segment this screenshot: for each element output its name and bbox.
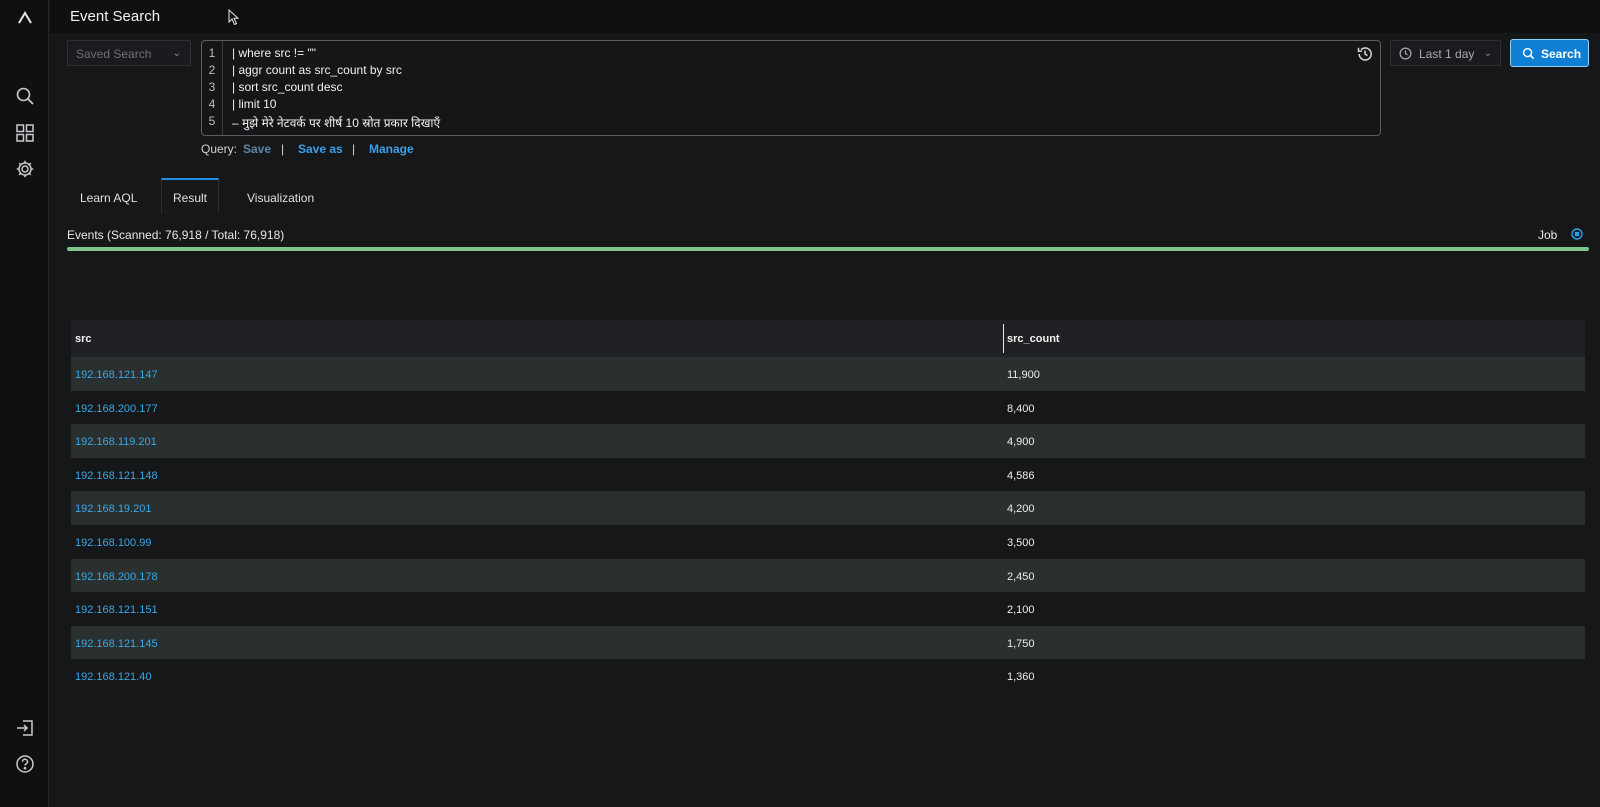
table-row: 192.168.200.178 2,450 xyxy=(71,558,1585,593)
column-header-src[interactable]: src xyxy=(75,333,92,345)
help-icon[interactable] xyxy=(14,753,36,775)
chevron-down-icon: ⌄ xyxy=(172,48,181,59)
src-count-cell: 1,750 xyxy=(1007,637,1035,650)
sidebar xyxy=(0,0,49,807)
src-link[interactable]: 192.168.121.151 xyxy=(75,604,158,616)
time-range-select[interactable]: Last 1 day ⌄ xyxy=(1390,40,1501,66)
results-table: src src_count 192.168.121.147 11,900 192.… xyxy=(71,320,1585,693)
separator: | xyxy=(281,142,285,156)
src-count-cell: 2,100 xyxy=(1007,604,1035,617)
code-line[interactable]: | where src != "" xyxy=(232,46,316,60)
table-row: 192.168.121.40 1,360 xyxy=(71,659,1585,693)
top-bar: Event Search xyxy=(50,0,1600,33)
src-link[interactable]: 192.168.121.145 xyxy=(75,638,158,650)
line-number: 3 xyxy=(208,80,216,94)
table-row: 192.168.19.201 4,200 xyxy=(71,491,1585,525)
save-as-link[interactable]: Save as xyxy=(298,142,343,156)
job-status-icon[interactable] xyxy=(1571,228,1583,240)
column-resize-handle[interactable] xyxy=(1003,324,1004,353)
src-count-cell: 4,900 xyxy=(1007,436,1035,449)
query-label: Query: xyxy=(201,142,238,156)
line-number: 2 xyxy=(208,63,216,77)
chevron-down-icon: ⌄ xyxy=(1483,48,1492,59)
separator: | xyxy=(352,142,356,156)
src-count-cell: 11,900 xyxy=(1007,369,1040,381)
table-row: 192.168.119.201 4,900 xyxy=(71,424,1585,458)
logout-icon[interactable] xyxy=(14,717,36,739)
src-count-cell: 4,586 xyxy=(1007,469,1035,482)
line-number-gutter: 1 2 3 4 5 xyxy=(202,41,223,135)
src-link[interactable]: 192.168.121.40 xyxy=(75,671,151,683)
code-line[interactable]: | aggr count as src_count by src xyxy=(232,63,402,77)
src-link[interactable]: 192.168.121.147 xyxy=(75,369,158,381)
manage-link[interactable]: Manage xyxy=(369,142,414,156)
search-icon[interactable] xyxy=(14,85,36,107)
code-line[interactable]: – मुझे मेरे नेटवर्क पर शीर्ष 10 स्रोत प्… xyxy=(232,114,440,131)
job-progress-bar xyxy=(67,247,1589,251)
src-link[interactable]: 192.168.200.178 xyxy=(75,571,158,583)
clock-icon xyxy=(1399,47,1412,60)
table-row: 192.168.121.145 1,750 xyxy=(71,625,1585,660)
tab-visualization[interactable]: Visualization xyxy=(247,178,327,214)
events-count: Events (Scanned: 76,918 / Total: 76,918) xyxy=(67,228,285,242)
line-number: 5 xyxy=(208,114,216,128)
table-header: src src_count xyxy=(71,320,1585,357)
src-count-cell: 8,400 xyxy=(1007,402,1035,415)
page-title: Event Search xyxy=(70,8,161,25)
src-link[interactable]: 192.168.200.177 xyxy=(75,403,158,415)
src-link[interactable]: 192.168.121.148 xyxy=(75,470,158,482)
table-row: 192.168.121.148 4,586 xyxy=(71,458,1585,492)
table-row: 192.168.200.177 8,400 xyxy=(71,391,1585,425)
tab-learn-aql[interactable]: Learn AQL xyxy=(80,178,138,214)
line-number: 1 xyxy=(208,46,216,60)
line-number: 4 xyxy=(208,97,216,111)
column-header-src-count[interactable]: src_count xyxy=(1007,333,1060,345)
table-row: 192.168.121.147 11,900 xyxy=(71,357,1585,391)
search-icon xyxy=(1522,47,1535,60)
mouse-pointer-icon xyxy=(228,9,240,26)
src-link[interactable]: 192.168.119.201 xyxy=(75,436,157,448)
logo-caret-icon[interactable] xyxy=(14,7,36,29)
src-count-cell: 1,360 xyxy=(1007,671,1035,684)
time-range-value: Last 1 day xyxy=(1419,47,1475,61)
save-query-link[interactable]: Save xyxy=(243,142,271,156)
tab-result[interactable]: Result xyxy=(161,178,219,214)
saved-search-placeholder: Saved Search xyxy=(76,47,152,61)
search-button-label: Search xyxy=(1541,47,1582,61)
code-line[interactable]: | sort src_count desc xyxy=(232,80,343,94)
src-link[interactable]: 192.168.19.201 xyxy=(75,503,151,515)
table-row: 192.168.100.99 3,500 xyxy=(71,525,1585,559)
src-count-cell: 4,200 xyxy=(1007,503,1035,516)
history-icon[interactable] xyxy=(1356,45,1374,63)
search-button[interactable]: Search xyxy=(1510,39,1589,67)
saved-search-select[interactable]: Saved Search ⌄ xyxy=(67,40,191,66)
query-editor[interactable]: 1 2 3 4 5 | where src != "" | aggr count… xyxy=(201,40,1381,136)
job-label: Job xyxy=(1538,228,1558,242)
src-count-cell: 3,500 xyxy=(1007,536,1035,549)
dashboard-grid-icon[interactable] xyxy=(14,122,36,144)
gear-icon[interactable] xyxy=(14,158,36,180)
src-count-cell: 2,450 xyxy=(1007,570,1035,583)
src-link[interactable]: 192.168.100.99 xyxy=(75,537,151,549)
code-line[interactable]: | limit 10 xyxy=(232,97,276,111)
table-row: 192.168.121.151 2,100 xyxy=(71,592,1585,626)
